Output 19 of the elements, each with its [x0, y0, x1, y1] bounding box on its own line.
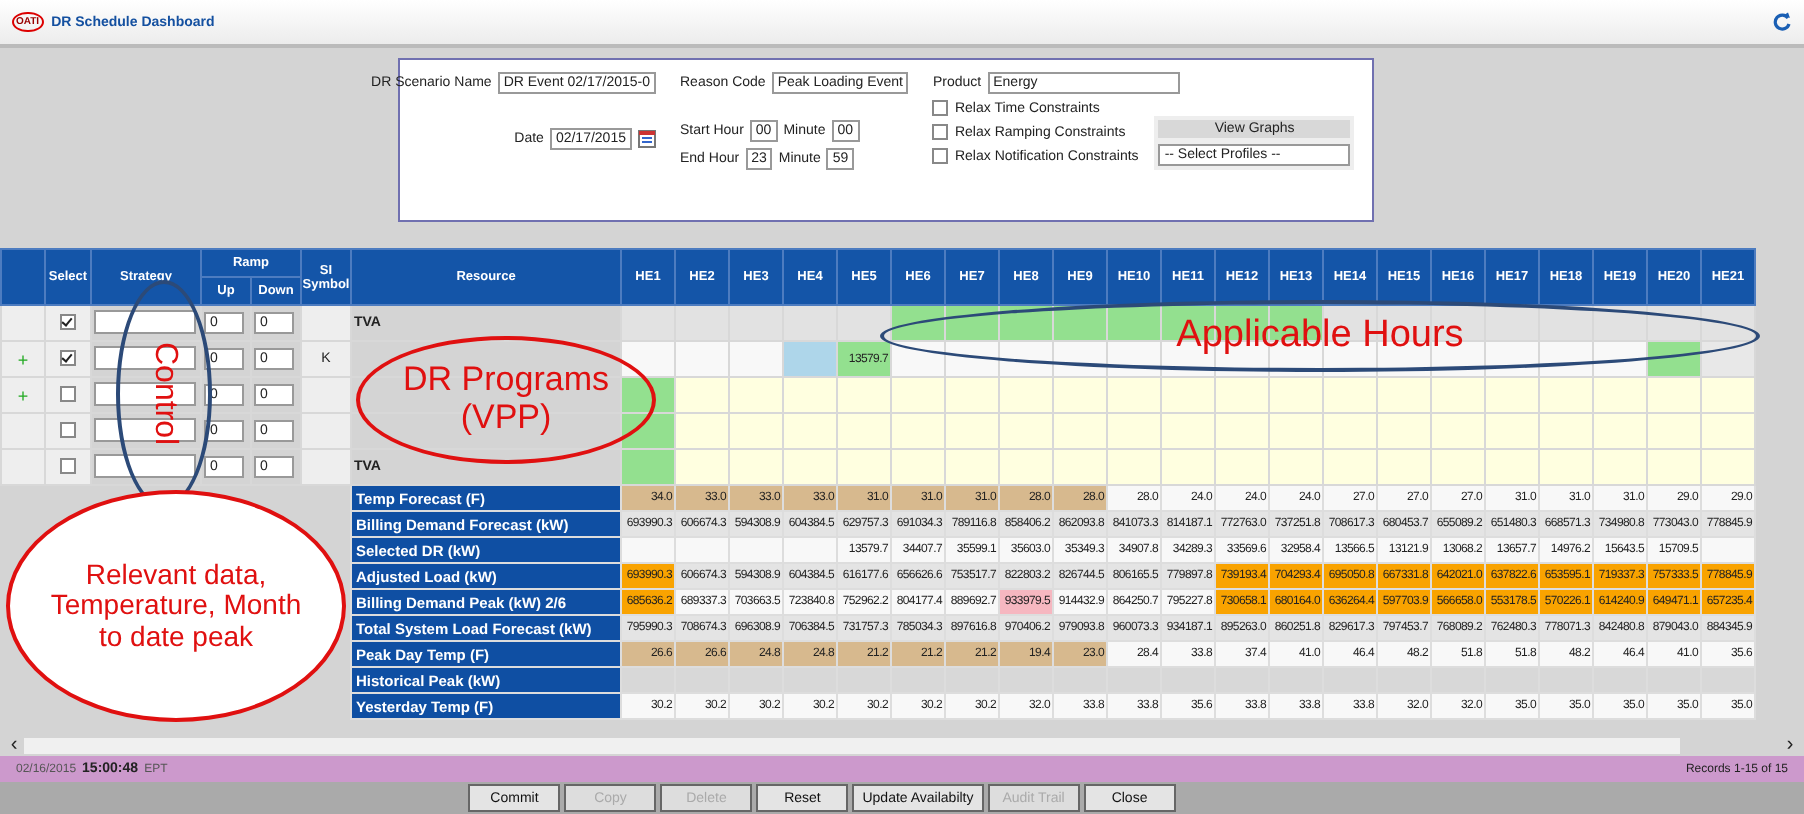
annotation-label: Applicable Hours [1176, 315, 1464, 357]
checkbox[interactable] [932, 148, 949, 164]
annotation-label: Control [146, 342, 182, 446]
scrollbar-thumb[interactable] [24, 737, 1680, 753]
strategy-dropdown[interactable] [94, 309, 196, 333]
checkbox[interactable] [932, 100, 949, 116]
annotation-label: Relevant data, Temperature, Month to date peak [48, 559, 304, 653]
select-checkbox[interactable] [60, 349, 76, 365]
checkbox[interactable] [932, 124, 949, 140]
select-checkbox[interactable] [60, 385, 76, 401]
select-checkbox[interactable] [60, 421, 76, 437]
annotation-label: DR Programs (VPP) [401, 362, 611, 438]
scroll-left-button[interactable]: ‹ [4, 735, 24, 755]
strategy-dropdown[interactable] [94, 453, 196, 477]
select-checkbox[interactable] [60, 457, 76, 473]
scroll-right-button[interactable]: › [1780, 735, 1800, 755]
refresh-icon[interactable] [1772, 12, 1792, 32]
select-checkbox[interactable] [60, 313, 76, 329]
calendar-icon[interactable] [638, 130, 656, 148]
